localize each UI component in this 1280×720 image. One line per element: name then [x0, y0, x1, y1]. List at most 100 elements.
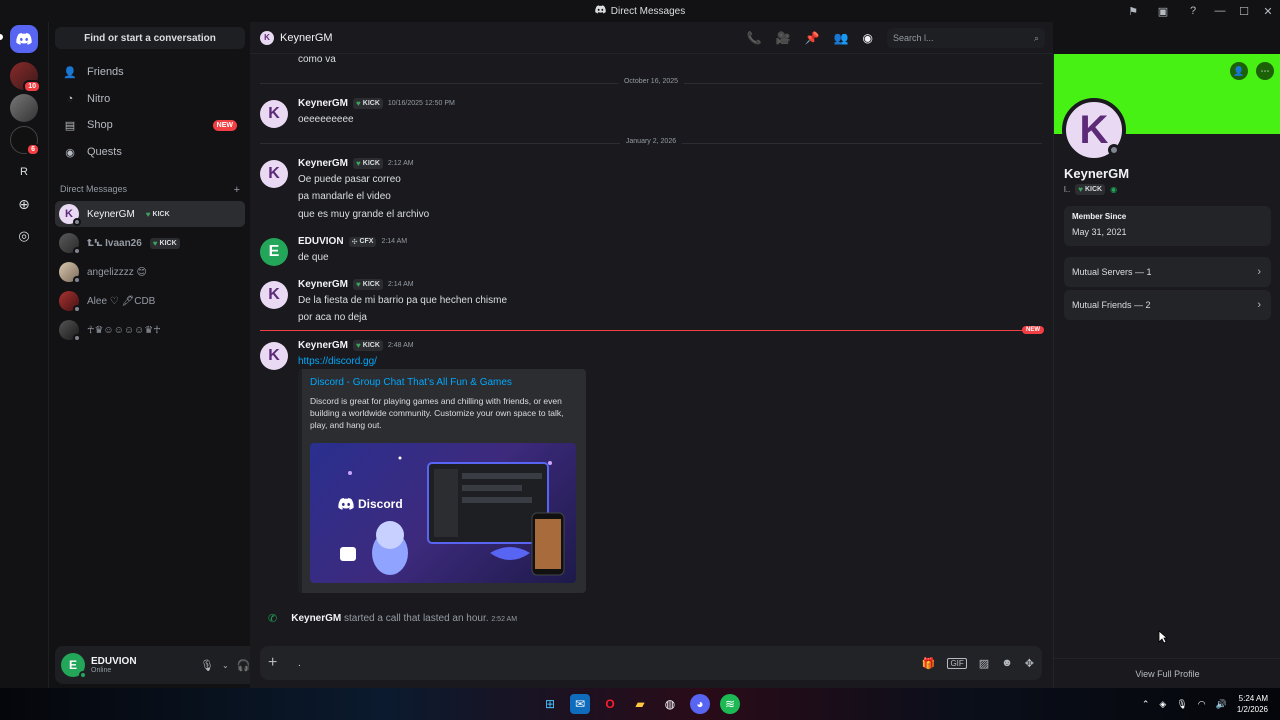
add-server-icon[interactable]: ⊕ — [10, 190, 38, 218]
gift-icon[interactable]: 🎁 — [922, 657, 936, 670]
cfx-icon: ✣ — [351, 238, 358, 246]
message-text: Oe puede pasar correo — [298, 174, 401, 185]
server-tag: ♥ KICK — [353, 158, 383, 169]
avatar — [59, 320, 81, 342]
heart-icon: ♥ — [145, 209, 151, 219]
view-full-profile-button[interactable]: View Full Profile — [1054, 658, 1280, 688]
taskbar-clock[interactable]: 5:24 AM 1/2/2026 — [1237, 693, 1268, 715]
server-tag: ♥ KICK — [353, 98, 383, 109]
dm-item-ivaan26[interactable]: ꝈꝆ Ivaan26 ♥ KICK — [55, 230, 245, 256]
avatar — [59, 233, 81, 255]
discover-icon[interactable]: ◎ — [10, 222, 38, 250]
dm-item-keynergm[interactable]: K KeynerGM ♥ KICK — [55, 201, 245, 227]
message-text: pa mandarle el video — [298, 191, 391, 202]
gif-icon[interactable]: GIF — [947, 657, 967, 669]
more-options-icon[interactable]: ⋯ — [1256, 62, 1274, 80]
call-system-message: ✆ KeynerGM started a call that lasted an… — [268, 612, 517, 625]
dm-sidebar: Find or start a conversation 👤 Friends ◔… — [48, 22, 291, 688]
nav-quests[interactable]: ◉ Quests — [55, 140, 245, 164]
dm-section-header: Direct Messages + — [60, 184, 240, 196]
server-icon-r[interactable]: R — [10, 158, 38, 186]
apps-icon[interactable]: ✥ — [1025, 657, 1034, 670]
pin-icon[interactable]: 📌 — [805, 31, 820, 45]
avatar: K — [59, 204, 81, 226]
server-icon-1[interactable]: 10 — [10, 62, 41, 93]
mutual-friends-row[interactable]: Mutual Friends — 2 › — [1064, 290, 1271, 320]
nav-shop[interactable]: ▤ Shop NEW — [55, 113, 245, 137]
find-conversation-button[interactable]: Find or start a conversation — [55, 27, 245, 49]
message-composer[interactable]: + . 🎁 GIF ▨ ☻ ✥ — [260, 646, 1042, 680]
friends-icon: 👤 — [63, 66, 77, 79]
dm-item-angelizzzz[interactable]: angelizzzz 😊 — [55, 259, 245, 285]
search-input[interactable]: Search l... ⌕ — [887, 28, 1045, 48]
author-avatar[interactable]: K — [260, 100, 288, 128]
sticker-icon[interactable]: ▨ — [979, 657, 989, 670]
nav-nitro[interactable]: ◔ Nitro — [55, 87, 245, 111]
heart-icon: ♥ — [152, 238, 158, 248]
microphone-icon[interactable]: 🎙 — [200, 659, 214, 672]
link-embed: Discord - Group Chat That’s All Fun & Ga… — [298, 369, 586, 593]
user-avatar[interactable]: E — [61, 653, 87, 679]
chrome-icon[interactable]: ◍ — [660, 694, 680, 714]
voice-call-icon[interactable]: 📞 — [747, 31, 762, 45]
message-text: oeeeeeeeee — [298, 114, 354, 125]
status-dot — [73, 334, 81, 342]
wifi-icon[interactable]: ◠ — [1198, 699, 1206, 710]
tray-app-icon[interactable]: ◈ — [1159, 699, 1166, 710]
new-messages-badge: NEW — [1022, 326, 1044, 334]
profile-avatar[interactable]: K — [1062, 98, 1126, 162]
chevron-down-icon[interactable]: ⌄ — [222, 661, 229, 670]
outlook-icon[interactable]: ✉ — [570, 694, 590, 714]
heart-icon: ♥ — [356, 341, 361, 350]
author-avatar[interactable]: E — [260, 238, 288, 266]
microphone-icon[interactable]: 🎙 — [1176, 699, 1187, 710]
author-avatar[interactable]: K — [260, 281, 288, 309]
chevron-up-icon[interactable]: ⌃ — [1142, 699, 1150, 710]
server-icon-2[interactable] — [10, 94, 38, 122]
help-icon[interactable]: ? — [1178, 0, 1208, 22]
volume-icon[interactable]: 🔊 — [1216, 699, 1227, 710]
composer-toolbar: 🎁 GIF ▨ ☻ ✥ — [922, 646, 1034, 680]
message-input[interactable]: . — [298, 658, 301, 669]
user-info[interactable]: EDUVION Online — [91, 656, 137, 674]
add-friends-icon[interactable]: 👥 — [834, 31, 849, 45]
inbox-icon[interactable]: ▣ — [1148, 0, 1178, 22]
avatar — [59, 262, 81, 284]
mutual-servers-row[interactable]: Mutual Servers — 1 › — [1064, 257, 1271, 287]
create-dm-icon[interactable]: + — [234, 184, 240, 196]
author-avatar[interactable]: K — [260, 160, 288, 188]
emoji-icon[interactable]: ☻ — [1001, 657, 1013, 669]
opera-icon[interactable]: O — [600, 694, 620, 714]
video-call-icon[interactable]: 🎥 — [776, 31, 791, 45]
headphones-icon[interactable]: 🎧 — [237, 659, 251, 672]
maximize-button[interactable]: ☐ — [1232, 0, 1256, 22]
windows-start-icon[interactable]: ⊞ — [540, 694, 560, 714]
server-tag: ♥ KICK — [353, 340, 383, 351]
embed-image[interactable]: Discord — [310, 443, 576, 583]
author-avatar[interactable]: K — [260, 342, 288, 370]
badge-icon[interactable]: ◉ — [1110, 185, 1117, 194]
message-link[interactable]: https://discord.gg/ — [298, 356, 377, 367]
chevron-right-icon: › — [1257, 299, 1261, 311]
dm-item-alee[interactable]: Alee ♡ 🖋CDB — [55, 288, 245, 314]
member-since-card: Member Since May 31, 2021 — [1064, 206, 1271, 246]
spotify-icon[interactable]: ≋ — [720, 694, 740, 714]
discord-taskbar-icon[interactable]: ◕ — [690, 694, 710, 714]
attach-plus-icon[interactable]: + — [268, 654, 292, 672]
header-avatar: K — [260, 30, 274, 45]
minimize-button[interactable]: — — [1208, 0, 1232, 22]
add-friend-icon[interactable]: 👤 — [1230, 62, 1248, 80]
close-button[interactable]: ✕ — [1256, 0, 1280, 22]
quests-icon: ◉ — [65, 146, 75, 159]
file-explorer-icon[interactable]: ▰ — [630, 694, 650, 714]
embed-title[interactable]: Discord - Group Chat That’s All Fun & Ga… — [310, 377, 512, 388]
nav-friends[interactable]: 👤 Friends — [55, 60, 245, 84]
heart-icon: ♥ — [356, 99, 361, 108]
embed-description: Discord is great for playing games and c… — [310, 396, 564, 430]
flag-icon[interactable]: ⚑ — [1118, 0, 1148, 22]
server-icon-complex[interactable]: 6 — [10, 126, 40, 156]
home-button[interactable] — [10, 25, 38, 53]
user-profile-icon[interactable]: ◉ — [863, 31, 873, 45]
call-author[interactable]: KeynerGM — [291, 613, 341, 624]
dm-item-symbols[interactable]: ☥♛☺☺☺☺♛☥ — [55, 317, 245, 343]
